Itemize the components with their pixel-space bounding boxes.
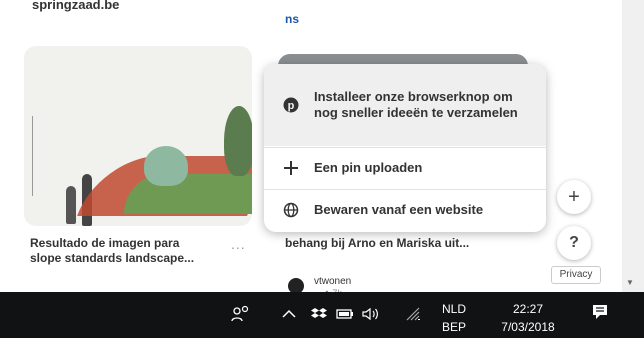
dropbox-icon[interactable] — [308, 303, 330, 325]
pin-source-text-mid[interactable]: ns — [285, 12, 299, 26]
chevron-up-icon[interactable] — [278, 303, 300, 325]
privacy-link[interactable]: Privacy — [551, 266, 601, 284]
popup-item-label: Een pin uploaden — [314, 160, 423, 175]
system-clock[interactable]: 22:27 7/03/2018 — [488, 300, 568, 336]
more-options-button[interactable]: ... — [231, 236, 246, 252]
plus-icon — [280, 157, 302, 179]
scrollbar[interactable] — [622, 0, 644, 292]
pin-title[interactable]: Resultado de imagen para slope standards… — [30, 236, 210, 266]
create-menu-popup: p Installeer onze browserknop om nog sne… — [264, 64, 546, 232]
pin-source-text: springzaad.be — [32, 0, 120, 12]
language-code: NLD — [441, 302, 466, 316]
install-browser-button-item[interactable]: p Installeer onze browserknop om nog sne… — [264, 64, 546, 146]
agave-plant — [144, 146, 188, 186]
svg-text:p: p — [288, 100, 295, 112]
pin-image-slope[interactable] — [24, 46, 252, 226]
volume-icon[interactable] — [360, 303, 382, 325]
scroll-down-arrow-icon[interactable]: ▼ — [626, 278, 634, 287]
input-language[interactable]: NLD BEP — [436, 300, 472, 336]
clock-time: 22:27 — [512, 302, 544, 316]
upload-pin-item[interactable]: Een pin uploaden — [264, 148, 546, 188]
help-button[interactable]: ? — [557, 226, 591, 260]
keyboard-layout: BEP — [441, 320, 466, 334]
globe-icon — [280, 199, 302, 221]
people-icon[interactable] — [230, 303, 252, 325]
wifi-icon[interactable] — [404, 303, 426, 325]
pin-user-name[interactable]: vtwonen — [314, 276, 351, 287]
pin-title[interactable]: behang bij Arno en Mariska uit... — [285, 236, 475, 251]
slope-planting — [124, 174, 252, 214]
clock-date: 7/03/2018 — [501, 320, 555, 334]
notification-icon[interactable] — [588, 300, 612, 324]
add-button[interactable]: + — [557, 180, 591, 214]
tall-plant — [224, 106, 252, 176]
person-silhouette — [66, 186, 76, 224]
pinterest-icon: p — [280, 94, 302, 116]
save-from-website-item[interactable]: Bewaren vanaf een website — [264, 190, 546, 230]
popup-item-label: Bewaren vanaf een website — [314, 202, 484, 217]
popup-item-label: Installeer onze browserknop om nog snell… — [314, 89, 518, 120]
battery-icon[interactable] — [334, 303, 356, 325]
